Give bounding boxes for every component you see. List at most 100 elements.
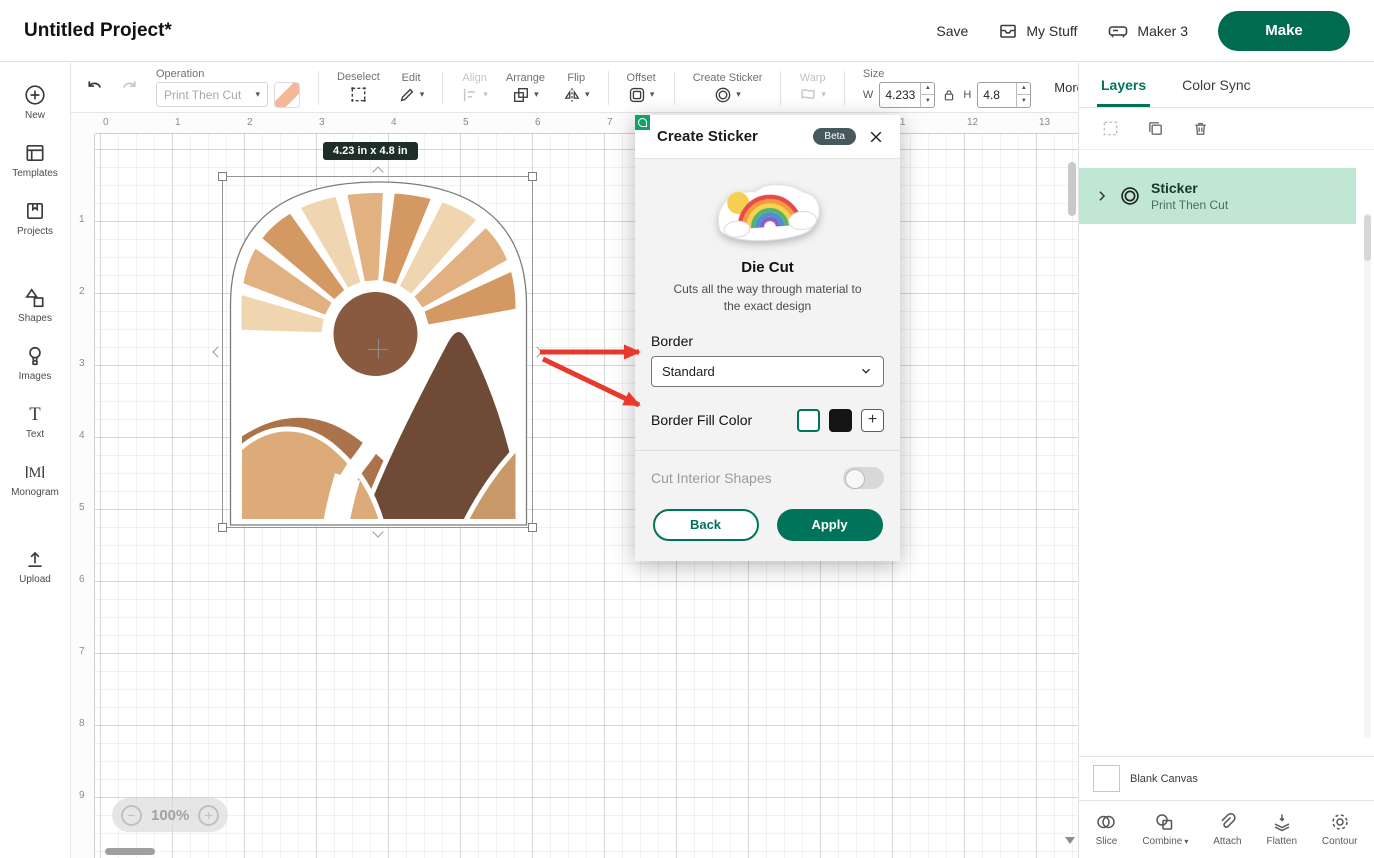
step-up-icon[interactable]: ▲ <box>1017 83 1030 96</box>
slice-button[interactable]: Slice <box>1095 812 1117 847</box>
resize-handle-top-left[interactable] <box>218 172 227 181</box>
cut-interior-toggle[interactable] <box>843 467 884 489</box>
undo-button[interactable] <box>81 74 108 101</box>
trash-icon[interactable] <box>1191 119 1210 138</box>
width-steppers[interactable]: ▲▼ <box>920 83 934 107</box>
operation-value: Print Then Cut <box>164 88 251 102</box>
zoom-in-button[interactable]: + <box>198 805 219 826</box>
deselect-tool[interactable]: Deselect <box>332 71 385 104</box>
step-down-icon[interactable]: ▼ <box>921 95 934 107</box>
design-canvas[interactable]: 4.23 in x 4.8 in − 100% + 0 1 2 3 4 5 6 … <box>71 113 1078 858</box>
vertical-scrollbar-thumb[interactable] <box>1068 162 1076 216</box>
edit-tool[interactable]: Edit ▾ <box>393 72 430 104</box>
contour-button[interactable]: Contour <box>1322 812 1358 847</box>
layer-item-sticker[interactable]: Sticker Print Then Cut <box>1079 168 1356 224</box>
pencil-icon <box>398 86 416 104</box>
sidebar-item-projects[interactable]: Projects <box>3 193 67 244</box>
resize-handle-bottom-left[interactable] <box>218 523 227 532</box>
ruler-number: 1 <box>79 214 85 225</box>
sidebar-item-upload[interactable]: Upload <box>3 541 67 592</box>
close-icon[interactable] <box>866 127 886 147</box>
blank-canvas-row[interactable]: Blank Canvas <box>1079 756 1374 800</box>
new-icon <box>24 84 46 106</box>
size-label: Size <box>863 68 884 80</box>
ruler-number: 6 <box>79 574 85 585</box>
sidebar-item-monogram[interactable]: M Monogram <box>3 454 67 505</box>
width-label: W <box>863 89 873 101</box>
die-cut-title: Die Cut <box>651 259 884 276</box>
expand-chevron-icon[interactable] <box>1095 189 1109 203</box>
selected-artwork[interactable] <box>222 176 533 528</box>
panel-divider <box>635 450 900 451</box>
ruler-number: 3 <box>79 358 85 369</box>
beta-badge: Beta <box>813 128 856 145</box>
sidebar-label: Images <box>19 371 52 382</box>
select-all-icon[interactable] <box>1101 119 1120 138</box>
arrange-tool[interactable]: Arrange ▾ <box>501 72 550 104</box>
sidebar-item-templates[interactable]: Templates <box>3 135 67 186</box>
sidebar-item-new[interactable]: New <box>3 77 67 128</box>
border-value: Standard <box>662 364 859 379</box>
sidebar-label: Text <box>26 429 44 440</box>
text-icon: T <box>24 403 46 425</box>
step-down-icon[interactable]: ▼ <box>1017 95 1030 107</box>
sticker-panel-body: Die Cut Cuts all the way through materia… <box>635 159 900 561</box>
combine-button[interactable]: Combine▾ <box>1142 812 1188 847</box>
sidebar-item-images[interactable]: Images <box>3 338 67 389</box>
border-select[interactable]: Standard <box>651 356 884 387</box>
align-tool[interactable]: Align ▾ <box>456 72 493 104</box>
apply-button[interactable]: Apply <box>777 509 883 541</box>
save-button[interactable]: Save <box>936 23 968 39</box>
chevron-down-icon <box>859 364 873 378</box>
flatten-button[interactable]: Flatten <box>1266 812 1297 847</box>
work-zone: Operation Print Then Cut ▾ Deselect Edit… <box>71 63 1078 858</box>
lock-icon[interactable] <box>941 87 957 103</box>
sidebar-item-shapes[interactable]: Shapes <box>3 280 67 331</box>
width-input[interactable]: 4.233 ▲▼ <box>879 82 935 108</box>
make-button[interactable]: Make <box>1218 11 1350 51</box>
deselect-icon <box>349 85 368 104</box>
white-fill-swatch[interactable] <box>797 409 820 432</box>
zoom-out-button[interactable]: − <box>121 805 142 826</box>
layer-name: Sticker <box>1151 180 1228 198</box>
scroll-down-arrow-icon[interactable] <box>1065 837 1075 844</box>
canvas-grid[interactable]: 4.23 in x 4.8 in − 100% + <box>95 134 1078 858</box>
height-input[interactable]: 4.8 ▲▼ <box>977 82 1031 108</box>
resize-handle-bottom-right[interactable] <box>528 523 537 532</box>
operation-color-swatch[interactable] <box>274 82 300 108</box>
flip-tool[interactable]: Flip ▾ <box>558 72 595 104</box>
horizontal-scrollbar-thumb[interactable] <box>105 848 155 855</box>
my-stuff-button[interactable]: My Stuff <box>998 21 1077 41</box>
attach-button[interactable]: Attach <box>1213 812 1241 847</box>
ruler-number: 13 <box>1039 117 1050 128</box>
canvas-color-swatch[interactable] <box>1093 765 1120 792</box>
duplicate-icon[interactable] <box>1146 119 1165 138</box>
step-up-icon[interactable]: ▲ <box>921 83 934 96</box>
warp-tool[interactable]: Warp ▾ <box>794 72 831 104</box>
tab-layers[interactable]: Layers <box>1101 63 1146 107</box>
chevron-down-icon: ▾ <box>585 89 590 100</box>
panel-scrollbar-thumb[interactable] <box>1364 215 1371 261</box>
resize-handle-top-right[interactable] <box>528 172 537 181</box>
tab-color-sync[interactable]: Color Sync <box>1182 63 1250 107</box>
boho-sunrise-design <box>223 177 534 529</box>
panel-scrollbar[interactable] <box>1364 213 1371 738</box>
back-button[interactable]: Back <box>653 509 759 541</box>
create-sticker-tool[interactable]: Create Sticker ▾ <box>688 72 768 104</box>
zoom-level: 100% <box>151 807 189 824</box>
machine-icon <box>1107 21 1129 41</box>
redo-button[interactable] <box>116 74 143 101</box>
black-fill-swatch[interactable] <box>829 409 852 432</box>
machine-selector[interactable]: Maker 3 <box>1107 21 1188 41</box>
align-label: Align <box>462 72 486 84</box>
offset-tool[interactable]: Offset ▾ <box>622 72 661 104</box>
chevron-down-icon: ▾ <box>255 89 260 100</box>
border-fill-label: Border Fill Color <box>651 412 797 428</box>
ruler-number: 7 <box>607 117 613 128</box>
vertical-scrollbar[interactable] <box>1068 158 1076 844</box>
height-steppers[interactable]: ▲▼ <box>1016 83 1030 107</box>
die-cut-preview <box>651 173 884 249</box>
operation-select[interactable]: Print Then Cut ▾ <box>156 82 268 107</box>
add-color-button[interactable]: + <box>861 409 884 432</box>
sidebar-item-text[interactable]: T Text <box>3 396 67 447</box>
